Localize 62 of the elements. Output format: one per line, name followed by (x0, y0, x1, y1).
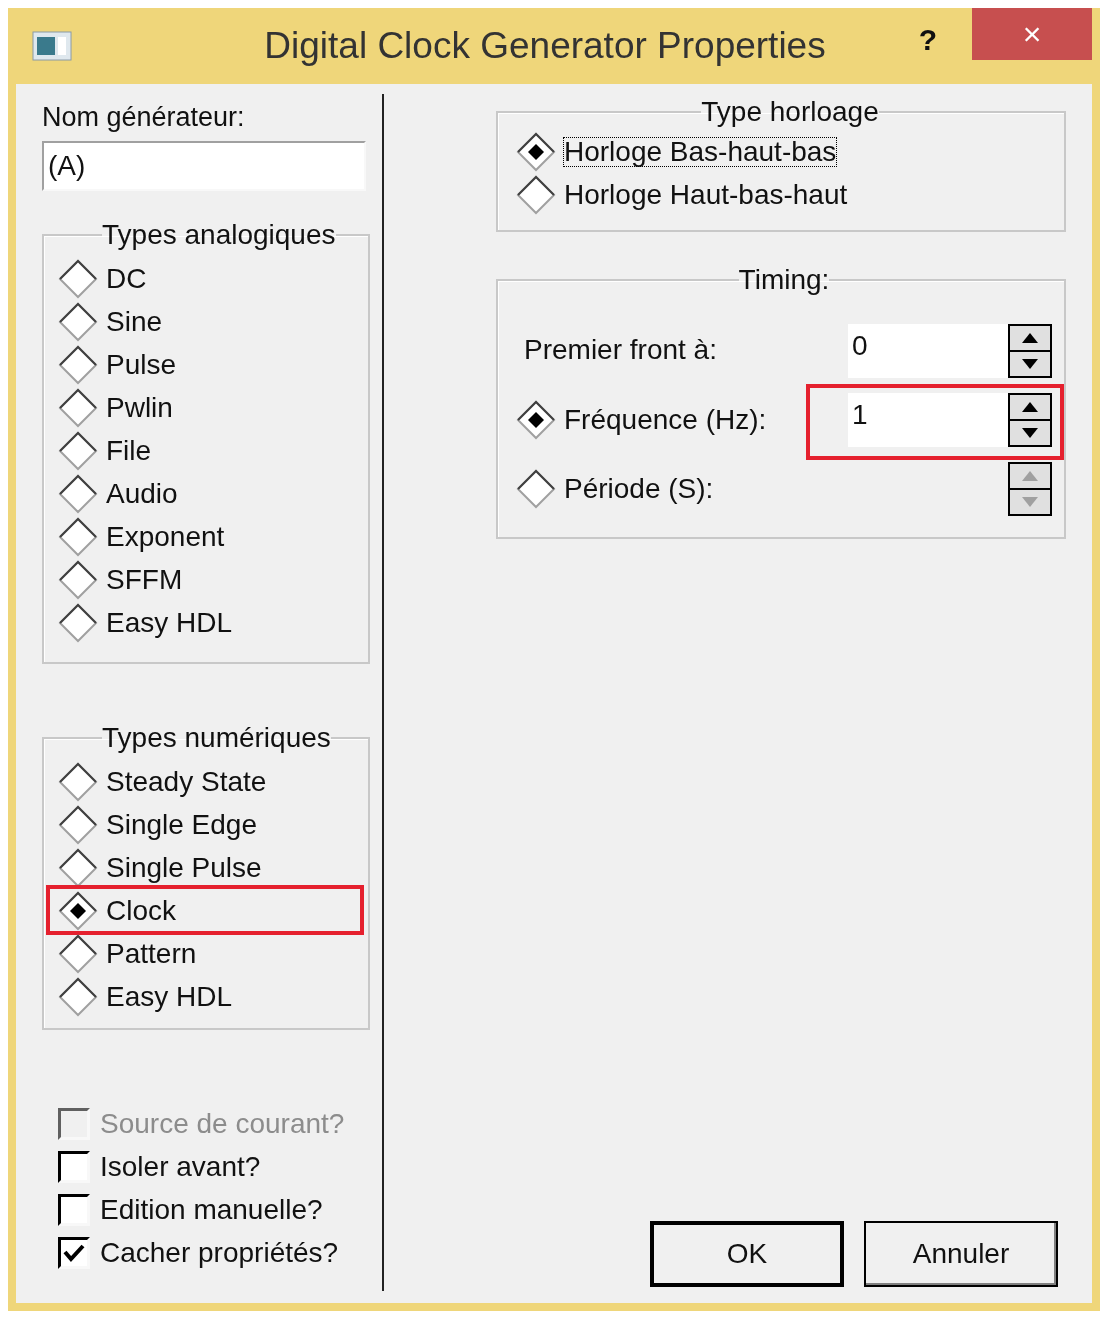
radio-button[interactable] (516, 131, 556, 172)
checkbox-label: Source de courant? (100, 1109, 345, 1138)
radio-button[interactable] (58, 602, 98, 643)
close-button[interactable]: × (972, 8, 1092, 60)
radio-label: Pwlin (106, 393, 173, 422)
group-title: Timing: (738, 266, 830, 294)
radio-button[interactable] (58, 804, 98, 845)
checkbox[interactable] (58, 1236, 90, 1269)
group-title: Types analogiques (102, 221, 336, 249)
radio-button[interactable] (58, 473, 98, 514)
radio-label: File (106, 436, 152, 465)
radio-label: Audio (106, 479, 178, 508)
radio-label: Sine (106, 307, 163, 336)
radio-label: Easy HDL (106, 608, 233, 637)
radio-label: Steady State (106, 767, 267, 796)
radio-button[interactable] (516, 174, 556, 215)
radio-button[interactable] (58, 301, 98, 342)
ok-button[interactable]: OK (650, 1221, 844, 1287)
radio-label: Single Edge (106, 810, 257, 839)
radio-label: Pulse (106, 350, 177, 379)
checkbox[interactable] (58, 1150, 90, 1183)
radio-label: Single Pulse (106, 853, 262, 882)
radio-button[interactable] (58, 387, 98, 428)
checkbox[interactable] (58, 1193, 90, 1226)
radio-button[interactable] (58, 344, 98, 385)
radio-button[interactable] (58, 933, 98, 974)
group-title: Types numériques (102, 724, 331, 752)
checkbox-label: Edition manuelle? (100, 1195, 323, 1224)
radio-button[interactable] (58, 976, 98, 1017)
group-title: Type horloage (701, 98, 879, 126)
radio-button[interactable] (58, 258, 98, 299)
radio-button[interactable] (58, 847, 98, 888)
radio-label: Clock (106, 896, 176, 925)
radio-label: SFFM (106, 565, 183, 594)
spinner[interactable] (1008, 323, 1052, 378)
radio-label: Horloge Haut-bas-haut (564, 180, 848, 209)
help-button[interactable]: ? (908, 16, 948, 62)
radio-label: Fréquence (Hz): (564, 405, 767, 434)
window-title: Digital Clock Generator Properties (263, 24, 827, 69)
number-field[interactable]: 1 (848, 392, 1008, 447)
radio-button[interactable] (58, 890, 98, 931)
cancel-button[interactable]: Annuler (864, 1221, 1058, 1287)
field-label: Premier front à: (523, 333, 717, 365)
checkbox-label: Cacher propriétés? (100, 1238, 339, 1267)
radio-label: DC (106, 264, 147, 293)
radio-button[interactable] (58, 430, 98, 471)
radio-button[interactable] (58, 761, 98, 802)
radio-label: Pattern (106, 939, 197, 968)
checkbox-label: Isoler avant? (100, 1152, 261, 1181)
radio-button[interactable] (516, 399, 556, 440)
generator-name-field[interactable]: (A) (42, 141, 366, 191)
check-icon (63, 1243, 85, 1262)
field-label: Nom générateur: (42, 104, 246, 131)
radio-label: Easy HDL (106, 982, 233, 1011)
radio-button[interactable] (58, 516, 98, 557)
window-icon (32, 31, 72, 61)
number-field[interactable]: 0 (848, 323, 1008, 378)
radio-button[interactable] (58, 559, 98, 600)
spinner[interactable] (1008, 392, 1052, 447)
radio-label: Exponent (106, 522, 225, 551)
radio-label: Horloge Bas-haut-bas (564, 137, 837, 166)
radio-label: Période (S): (564, 474, 714, 503)
